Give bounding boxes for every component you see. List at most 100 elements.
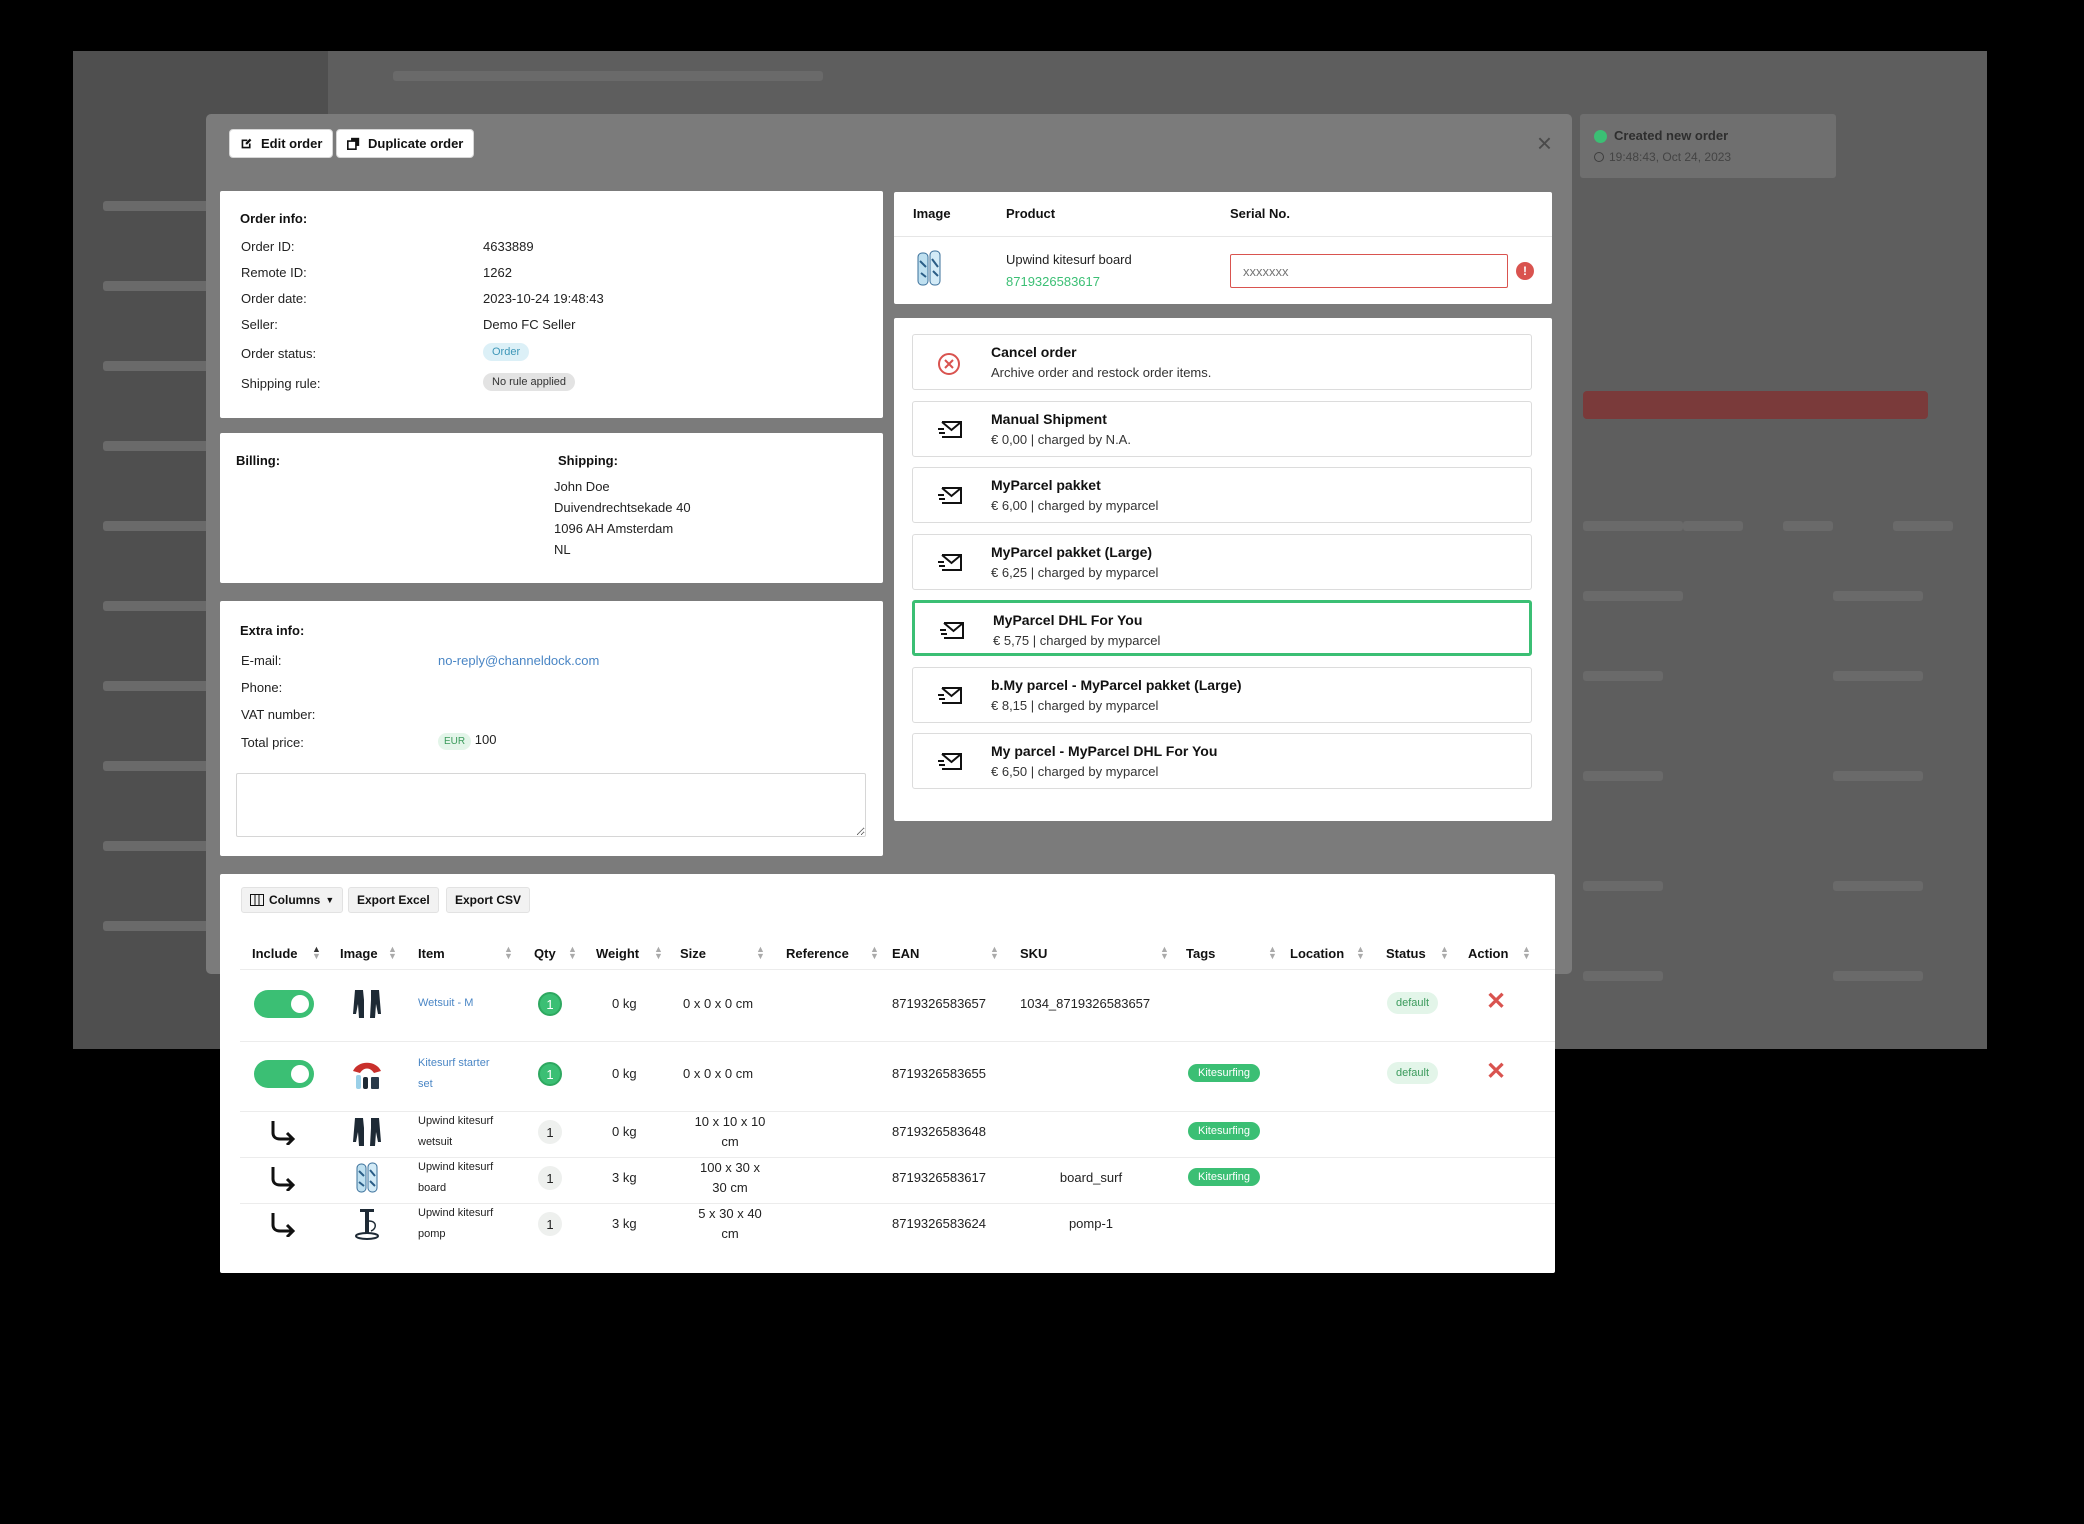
column-header-weight[interactable]: Weight [596, 946, 639, 961]
currency-badge: EUR [438, 733, 472, 750]
tag-badge: Kitesurfing [1188, 1064, 1260, 1082]
column-header-size[interactable]: Size [680, 946, 706, 961]
background-placeholder [1583, 771, 1663, 781]
weight-value: 0 kg [612, 1124, 637, 1139]
shipping-option[interactable]: MyParcel pakket € 6,00 | charged by mypar… [912, 467, 1532, 523]
background-placeholder [103, 601, 223, 611]
remote-id-label: Remote ID: [241, 265, 307, 280]
sort-icon[interactable]: ▲ ▼ [654, 945, 663, 961]
quantity-badge: 1 [538, 992, 562, 1016]
sort-icon[interactable]: ▲ ▼ [1522, 945, 1531, 961]
export-excel-button[interactable]: Export Excel [348, 887, 439, 913]
size-line-2: 30 cm [712, 1180, 748, 1195]
notes-textarea[interactable] [236, 773, 866, 837]
sku-value: pomp-1 [1068, 1216, 1114, 1231]
ean-value: 8719326583655 [892, 1066, 986, 1081]
column-header-item[interactable]: Item [418, 946, 445, 961]
background-placeholder [1683, 521, 1743, 531]
background-placeholder [1833, 881, 1923, 891]
column-header-status[interactable]: Status [1386, 946, 1426, 961]
shipping-option-title: Manual Shipment [991, 410, 1107, 427]
item-name-line-2: board [418, 1182, 447, 1194]
child-item-arrow-icon [267, 1119, 297, 1147]
background-placeholder [1583, 671, 1663, 681]
close-icon[interactable]: × [1537, 130, 1552, 156]
order-status-label: Order status: [241, 346, 317, 361]
sort-icon[interactable]: ▲ ▼ [1440, 945, 1449, 961]
duplicate-order-label: Duplicate order [368, 136, 464, 151]
column-header-location[interactable]: Location [1290, 946, 1344, 961]
item-name-line-2: set [418, 1078, 433, 1090]
serial-product-ean[interactable]: 8719326583617 [1006, 274, 1100, 289]
shipping-option[interactable]: My parcel - MyParcel DHL For You € 6,50 |… [912, 733, 1532, 789]
sort-icon[interactable]: ▲ ▼ [504, 945, 513, 961]
order-id-value: 4633889 [483, 239, 534, 254]
order-info-heading: Order info: [240, 211, 308, 226]
weight-value: 3 kg [612, 1170, 637, 1185]
toast-notification: Created new order 19:48:43, Oct 24, 2023 [1580, 114, 1836, 178]
item-name[interactable]: Wetsuit - M [418, 993, 473, 1014]
order-id-label: Order ID: [241, 239, 295, 254]
columns-button[interactable]: Columns ▼ [241, 887, 344, 913]
sort-icon[interactable]: ▲ ▼ [388, 945, 397, 961]
size-line-2: cm [721, 1134, 739, 1149]
column-header-qty[interactable]: Qty [534, 946, 556, 961]
quantity-badge: 1 [538, 1166, 562, 1190]
shipping-option[interactable]: b.My parcel - MyParcel pakket (Large) € 8… [912, 666, 1532, 723]
item-name: Upwind kitesurf board [418, 1157, 493, 1199]
include-toggle[interactable] [254, 1060, 314, 1088]
sort-icon[interactable]: ▲ ▼ [756, 945, 765, 961]
sort-icon[interactable]: ▲ ▼ [568, 945, 577, 961]
shipping-option[interactable]: MyParcel DHL For You € 5,75 | charged by … [912, 600, 1532, 656]
item-name-line-2: pomp [418, 1228, 446, 1240]
shipping-option[interactable]: Cancel order Archive order and restock or… [912, 334, 1532, 390]
column-header-reference[interactable]: Reference [786, 946, 849, 961]
column-header-action[interactable]: Action [1468, 946, 1508, 961]
shipping-option[interactable]: MyParcel pakket (Large) € 6,25 | charged … [912, 533, 1532, 590]
serial-product-name: Upwind kitesurf board [1006, 252, 1132, 267]
seller-label: Seller: [241, 317, 278, 332]
ean-value: 8719326583624 [892, 1216, 986, 1231]
sort-icon[interactable]: ▲ ▼ [990, 945, 999, 961]
column-header-tags[interactable]: Tags [1186, 946, 1215, 961]
column-header-sku[interactable]: SKU [1020, 946, 1047, 961]
background-placeholder [103, 281, 223, 291]
size-value: 100 x 30 x 30 cm [680, 1158, 780, 1198]
address-panel: Billing: Shipping: John Doe Duivendrecht… [220, 433, 883, 583]
export-csv-button[interactable]: Export CSV [446, 887, 531, 913]
ean-value: 8719326583617 [892, 1170, 986, 1185]
email-link[interactable]: no-reply@channeldock.com [438, 653, 599, 668]
weight-value: 3 kg [612, 1216, 637, 1231]
include-toggle[interactable] [254, 990, 314, 1018]
edit-order-button[interactable]: Edit order [229, 129, 334, 158]
order-date-value: 2023-10-24 19:48:43 [483, 291, 604, 306]
sort-icon[interactable]: ▲ ▼ [1356, 945, 1365, 961]
ean-value: 8719326583648 [892, 1124, 986, 1139]
extra-info-panel: Extra info: E-mail: no-reply@channeldock… [220, 601, 883, 856]
background-placeholder [1893, 521, 1953, 531]
shipping-option-title: MyParcel pakket (Large) [991, 543, 1153, 560]
shipping-option[interactable]: Manual Shipment € 0,00 | charged by N.A. [912, 400, 1532, 457]
shipping-street: Duivendrechtsekade 40 [554, 500, 691, 515]
sort-icon[interactable]: ▲ ▼ [1268, 945, 1277, 961]
pump-image [350, 1207, 384, 1241]
sort-icon[interactable]: ▲ ▼ [312, 945, 321, 961]
envelope-icon [939, 620, 965, 642]
item-name[interactable]: Kitesurf starter set [418, 1053, 490, 1095]
column-header-ean[interactable]: EAN [892, 946, 919, 961]
shipping-options-panel: Cancel order Archive order and restock or… [894, 318, 1552, 821]
column-header-image[interactable]: Image [340, 946, 378, 961]
size-value: 0 x 0 x 0 cm [683, 1066, 754, 1081]
delete-icon[interactable]: ✕ [1486, 1060, 1506, 1084]
order-date-label: Order date: [241, 291, 307, 306]
size-line-2: cm [721, 1226, 739, 1241]
envelope-icon [937, 419, 963, 441]
delete-icon[interactable]: ✕ [1486, 990, 1506, 1014]
serial-number-input[interactable] [1230, 254, 1508, 288]
sort-icon[interactable]: ▲ ▼ [1160, 945, 1169, 961]
order-info-panel: Order info: Order ID: 4633889 Remote ID:… [220, 191, 883, 418]
email-label: E-mail: [241, 653, 282, 668]
duplicate-order-button[interactable]: Duplicate order [336, 129, 475, 158]
sort-icon[interactable]: ▲ ▼ [870, 945, 879, 961]
column-header-include[interactable]: Include [252, 946, 298, 961]
